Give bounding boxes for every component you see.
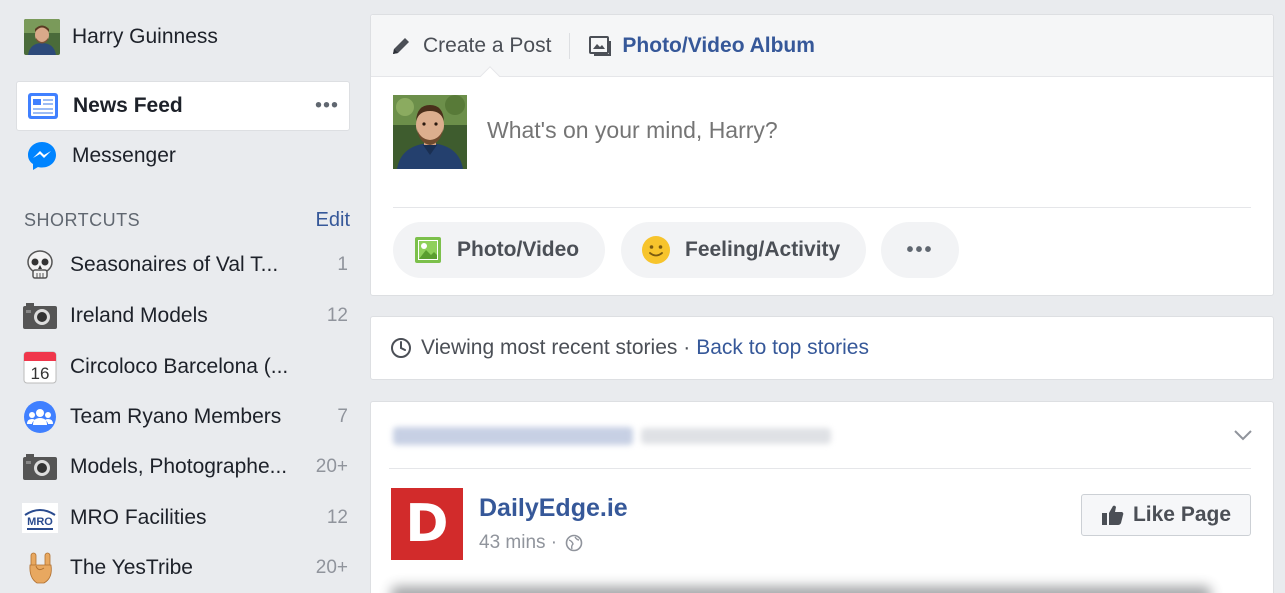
post-meta: 43 mins ·	[479, 532, 583, 554]
shortcut-label: Seasonaires of Val T...	[70, 253, 279, 276]
post-composer: Create a Post Photo/Video Album What's o…	[370, 14, 1274, 296]
shortcut-label: MRO Facilities	[70, 506, 207, 529]
photo-album-icon	[588, 34, 612, 58]
shortcuts-title: SHORTCUTS	[24, 209, 141, 230]
rock-hand-icon	[22, 550, 58, 586]
shortcut-label: Models, Photographe...	[70, 455, 288, 478]
blurred-text	[641, 428, 831, 444]
globe-icon	[565, 534, 583, 552]
more-dots-icon: •••	[906, 238, 934, 261]
shortcut-item[interactable]: Models, Photographe... 20+	[22, 444, 348, 490]
tab-create-post-label: Create a Post	[423, 33, 552, 57]
shortcut-label: Team Ryano Members	[70, 405, 282, 428]
smiley-icon	[641, 235, 671, 265]
sidebar-item-messenger[interactable]: Messenger	[16, 131, 350, 181]
messenger-icon	[24, 138, 60, 174]
mro-logo-text: MRO	[27, 516, 53, 528]
sidebar-item-news-feed[interactable]: News Feed •••	[16, 81, 350, 131]
composer-tabs: Create a Post Photo/Video Album	[371, 15, 1273, 86]
shortcut-item[interactable]: 16 Circoloco Barcelona (...	[22, 344, 348, 390]
shortcuts-header: SHORTCUTS Edit	[24, 207, 350, 233]
page-name-link[interactable]: DailyEdge.ie	[479, 494, 628, 523]
profile-name: Harry Guinness	[72, 25, 218, 48]
recent-stories-bar: Viewing most recent stories · Back to to…	[370, 316, 1274, 380]
pencil-icon	[389, 34, 413, 58]
chevron-down-icon[interactable]	[1233, 428, 1253, 447]
shortcut-count: 1	[337, 254, 348, 275]
tab-photo-video-album[interactable]: Photo/Video Album	[588, 15, 815, 77]
more-options-icon[interactable]: •••	[315, 95, 339, 118]
tab-create-post[interactable]: Create a Post	[389, 15, 551, 77]
shortcut-item[interactable]: MRO MRO Facilities 12	[22, 495, 348, 541]
like-page-button[interactable]: Like Page	[1081, 494, 1251, 536]
shortcut-count: 20+	[315, 557, 348, 578]
thumbs-up-icon	[1101, 504, 1125, 526]
avatar	[393, 95, 467, 169]
post-time[interactable]: 43 mins ·	[479, 532, 557, 554]
tab-separator	[569, 32, 571, 59]
status-input[interactable]	[487, 117, 1227, 144]
shortcut-label: Ireland Models	[70, 304, 208, 327]
photo-video-button[interactable]: Photo/Video	[393, 222, 606, 278]
back-to-top-stories-link[interactable]: Back to top stories	[696, 336, 869, 360]
mro-logo-icon: MRO	[22, 500, 58, 536]
blurred-name	[393, 427, 633, 445]
news-feed-icon	[25, 88, 61, 124]
page-logo[interactable]: D	[391, 488, 463, 560]
blurred-activity-line	[393, 424, 833, 448]
shortcut-label: The YesTribe	[70, 556, 193, 579]
post-divider	[389, 468, 1251, 469]
shortcut-item[interactable]: Seasonaires of Val T... 1	[22, 242, 348, 288]
feeling-activity-button[interactable]: Feeling/Activity	[621, 222, 867, 278]
photo-video-label: Photo/Video	[457, 238, 580, 261]
calendar-day-text: 16	[31, 364, 50, 383]
feeling-activity-label: Feeling/Activity	[685, 238, 841, 261]
shortcuts-edit-link[interactable]: Edit	[316, 209, 350, 232]
shortcut-count: 20+	[315, 456, 348, 477]
composer-body	[371, 77, 1273, 207]
clock-icon	[389, 336, 413, 360]
shortcut-count: 12	[326, 507, 348, 528]
left-sidebar: Harry Guinness News Feed ••• Messenger S…	[16, 0, 352, 593]
camera-icon	[22, 298, 58, 334]
shortcut-item[interactable]: Team Ryano Members 7	[22, 394, 348, 440]
feed-post: D DailyEdge.ie 43 mins · Like Page	[370, 401, 1274, 593]
calendar-icon: 16	[22, 349, 58, 385]
shortcut-label: Circoloco Barcelona (...	[70, 355, 289, 378]
page-logo-letter: D	[405, 494, 449, 554]
profile-link[interactable]: Harry Guinness	[24, 18, 218, 56]
camera-icon	[22, 449, 58, 485]
composer-divider	[393, 207, 1251, 208]
avatar	[24, 19, 60, 55]
shortcut-count: 7	[337, 406, 348, 427]
shortcut-count: 12	[326, 305, 348, 326]
sidebar-item-label: News Feed	[73, 94, 183, 117]
photo-icon	[413, 235, 443, 265]
group-icon	[22, 399, 58, 435]
like-page-label: Like Page	[1132, 503, 1232, 526]
post-text-preview	[391, 586, 1211, 593]
more-actions-button[interactable]: •••	[881, 222, 959, 278]
recent-stories-text: Viewing most recent stories ·	[421, 336, 691, 359]
tab-photo-video-album-label: Photo/Video Album	[622, 33, 815, 57]
shortcut-item[interactable]: The YesTribe 20+	[22, 545, 348, 591]
skull-icon	[22, 247, 58, 283]
shortcut-item[interactable]: Ireland Models 12	[22, 293, 348, 339]
sidebar-item-label: Messenger	[72, 144, 176, 167]
